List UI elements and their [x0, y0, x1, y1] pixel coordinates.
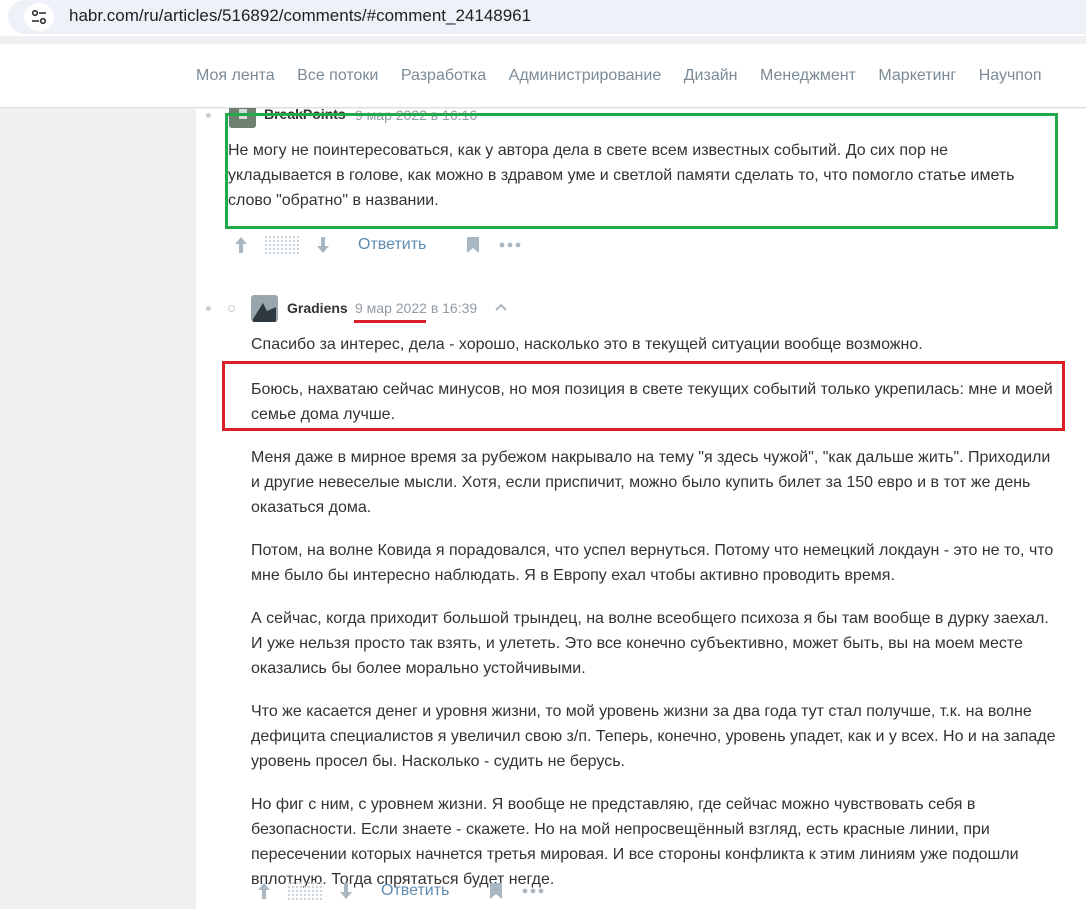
bookmark-icon[interactable]: [466, 236, 480, 254]
rating-placeholder: [264, 235, 300, 255]
comment-paragraph: Что же касается денег и уровня жизни, то…: [251, 703, 1056, 770]
highlight-box-red: [222, 361, 1065, 431]
main-nav-overlay: Моя лента Все потоки Разработка Админист…: [196, 67, 1064, 85]
avatar[interactable]: [251, 295, 278, 322]
nav-item-popsci[interactable]: Научпоп: [979, 67, 1042, 85]
comment-actions: Ответить: [233, 235, 521, 255]
bookmark-icon[interactable]: [489, 882, 503, 900]
header-overlay: Моя лента Все потоки Разработка Админист…: [0, 44, 1086, 108]
comment-date[interactable]: 9 мар 2022 в 16:39: [355, 300, 477, 316]
reply-button[interactable]: Ответить: [358, 236, 426, 254]
reply-button[interactable]: Ответить: [381, 882, 449, 900]
comment-paragraph: Меня даже в мирное время за рубежом накр…: [251, 449, 1051, 516]
tune-icon[interactable]: [24, 3, 54, 31]
url-text[interactable]: habr.com/ru/articles/516892/comments/#co…: [69, 6, 531, 26]
nav-item-administration[interactable]: Администрирование: [509, 67, 662, 85]
omnibox[interactable]: habr.com/ru/articles/516892/comments/#co…: [8, 0, 1086, 34]
comment-date-time: в 16:39: [430, 300, 478, 316]
chevron-up-icon[interactable]: [494, 302, 508, 312]
comment-paragraph: Спасибо за интерес, дела - хорошо, наско…: [251, 336, 923, 353]
nav-item-design[interactable]: Дизайн: [684, 67, 738, 85]
comment-paragraph: Потом, на волне Ковида я порадовался, чт…: [251, 542, 1054, 584]
nav-item-marketing[interactable]: Маркетинг: [878, 67, 956, 85]
nav-item-my-feed[interactable]: Моя лента: [196, 67, 275, 85]
nav-item-all-flows[interactable]: Все потоки: [297, 67, 378, 85]
upvote-icon[interactable]: [233, 235, 249, 255]
upvote-icon[interactable]: [256, 881, 272, 901]
comment-author[interactable]: Gradiens: [287, 300, 348, 316]
comment-actions: Ответить: [256, 881, 544, 901]
rating-placeholder: [287, 881, 323, 901]
downvote-icon[interactable]: [338, 881, 354, 901]
nav-item-management[interactable]: Менеджмент: [760, 67, 856, 85]
comment-date-day: 9 мар 2022: [355, 300, 427, 316]
highlight-box-green: [225, 113, 1058, 229]
nav-item-development[interactable]: Разработка: [401, 67, 486, 85]
comment-paragraph: А сейчас, когда приходит большой трындец…: [251, 610, 1049, 677]
date-underline-red: [354, 320, 426, 323]
thread-dot: [206, 306, 211, 311]
browser-address-bar: habr.com/ru/articles/516892/comments/#co…: [0, 0, 1086, 36]
thread-dot: [206, 113, 211, 118]
comment-paragraph: Но фиг с ним, с уровнем жизни. Я вообще …: [251, 796, 1019, 888]
thread-ring: [228, 305, 235, 312]
more-icon[interactable]: [499, 242, 521, 248]
downvote-icon[interactable]: [315, 235, 331, 255]
more-icon[interactable]: [522, 888, 544, 894]
